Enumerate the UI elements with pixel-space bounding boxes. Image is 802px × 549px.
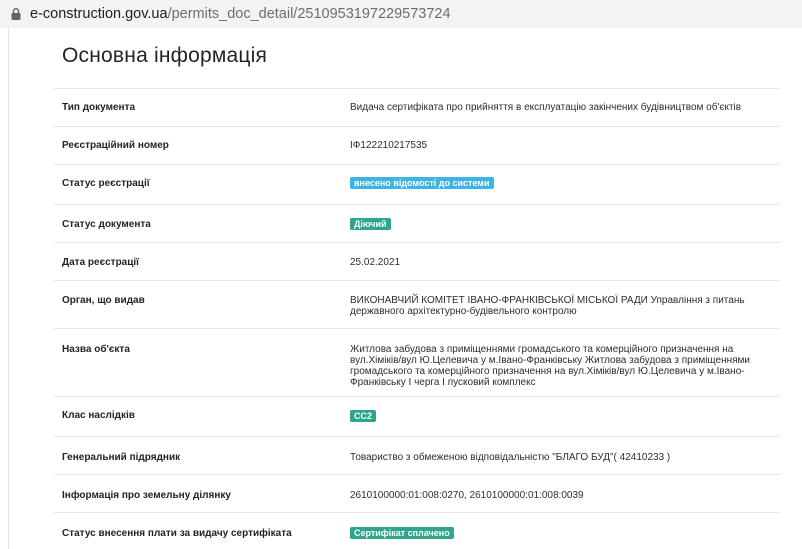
row-value: Товариство з обмеженою відповідальністю …	[350, 452, 671, 463]
row-document-type: Тип документа Видача сертифіката про при…	[54, 88, 780, 127]
status-badge: Діючий	[350, 218, 391, 230]
row-value: СС2	[350, 410, 778, 422]
row-label: Тип документа	[62, 102, 136, 113]
row-consequence-class: Клас наслідків СС2	[54, 396, 780, 437]
row-value: ВИКОНАВЧИЙ КОМІТЕТ ІВАНО-ФРАНКІВСЬКОЇ МІ…	[350, 295, 745, 317]
row-value: 25.02.2021	[350, 257, 401, 268]
payment-badge: Сертифікат сплачено	[350, 527, 454, 539]
row-general-contractor: Генеральний підрядник Товариство з обмеж…	[54, 436, 780, 475]
section-title: Основна інформація	[62, 44, 268, 67]
row-label: Орган, що видав	[62, 295, 145, 306]
lock-icon	[11, 8, 21, 20]
row-label: Генеральний підрядник	[62, 452, 181, 463]
row-issuing-authority: Орган, що видав ВИКОНАВЧИЙ КОМІТЕТ ІВАНО…	[54, 280, 780, 329]
row-label: Статус документа	[62, 219, 151, 230]
address-bar[interactable]: e-construction.gov.ua/permits_doc_detail…	[0, 0, 802, 28]
row-label: Назва об'єкта	[62, 344, 130, 355]
row-value: внесено відомості до системи	[350, 177, 778, 189]
row-label: Інформація про земельну ділянку	[62, 490, 231, 501]
row-value: Діючий	[350, 218, 778, 230]
row-value: 2610100000:01:008:0270, 2610100000:01:00…	[350, 490, 584, 501]
row-value: Видача сертифіката про прийняття в експл…	[350, 102, 742, 113]
row-object-name: Назва об'єкта Житлова забудова з приміще…	[54, 328, 780, 397]
row-payment-status: Статус внесення плати за видачу сертифік…	[54, 512, 780, 549]
url-host: e-construction.gov.ua	[30, 6, 168, 22]
row-label: Статус реєстрації	[62, 178, 150, 189]
page-content: Основна інформація Тип документа Видача …	[0, 28, 802, 549]
url-path: /permits_doc_detail/2510953197229573724	[167, 6, 451, 22]
row-value: Сертифікат сплачено	[350, 527, 778, 539]
page-edge-divider	[8, 28, 9, 549]
row-registration-status: Статус реєстрації внесено відомості до с…	[54, 164, 780, 205]
row-registration-number: Реєстраційний номер ІФ122210217535	[54, 126, 780, 165]
row-land-plot: Інформація про земельну ділянку 26101000…	[54, 474, 780, 513]
status-badge: внесено відомості до системи	[350, 177, 494, 189]
row-label: Клас наслідків	[62, 410, 135, 421]
row-label: Статус внесення плати за видачу сертифік…	[62, 528, 292, 539]
row-label: Реєстраційний номер	[62, 140, 169, 151]
row-label: Дата реєстрації	[62, 257, 139, 268]
row-value: Житлова забудова з приміщеннями громадсь…	[350, 344, 751, 388]
class-badge: СС2	[350, 410, 377, 422]
row-registration-date: Дата реєстрації 25.02.2021	[54, 242, 780, 281]
row-value: ІФ122210217535	[350, 140, 428, 151]
row-document-status: Статус документа Діючий	[54, 204, 780, 243]
